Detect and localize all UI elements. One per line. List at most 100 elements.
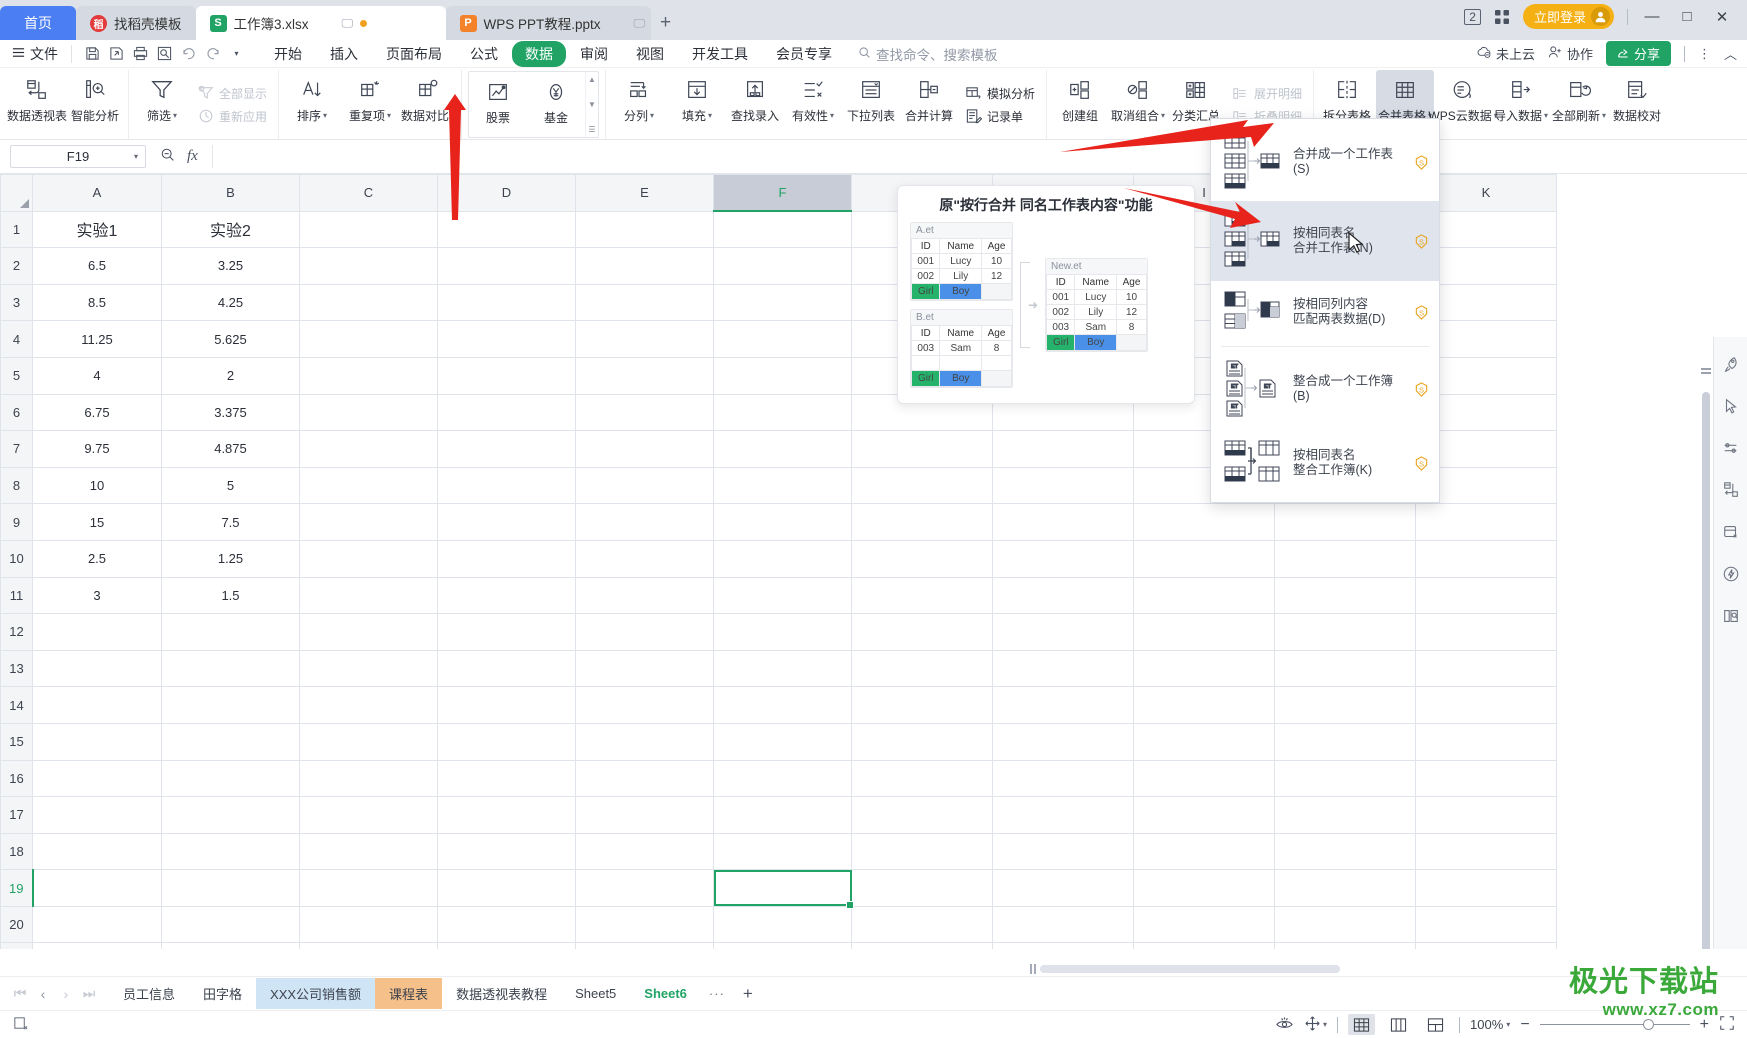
cell-G15[interactable] (851, 722, 993, 761)
cell-E6[interactable] (575, 393, 714, 432)
cell-A7[interactable]: 9.75 (32, 430, 162, 468)
cell-A16[interactable] (32, 759, 162, 798)
cell-J10[interactable] (1274, 539, 1416, 578)
ribbon-data-compare[interactable]: 数据对比 ▾ (399, 70, 457, 139)
cell-D6[interactable] (437, 393, 576, 432)
next-sheet-icon[interactable]: › (56, 986, 76, 1002)
close-button[interactable]: ✕ (1711, 6, 1733, 28)
cursor-select-icon[interactable] (1722, 397, 1740, 418)
cell-J16[interactable] (1274, 759, 1416, 798)
cell-H10[interactable] (992, 539, 1134, 578)
minimize-button[interactable]: — (1641, 6, 1663, 28)
row-header-21[interactable]: 21 (0, 942, 33, 949)
cell-F1[interactable] (713, 210, 852, 249)
cell-H17[interactable] (992, 796, 1134, 834)
cell-E13[interactable] (575, 649, 714, 688)
cell-J15[interactable] (1274, 722, 1416, 761)
cell-C21[interactable] (299, 942, 438, 949)
row-header-6[interactable]: 6 (0, 393, 33, 432)
cell-B20[interactable] (161, 905, 300, 944)
cell-H13[interactable] (992, 649, 1134, 688)
cell-C19[interactable] (299, 869, 438, 907)
cell-H11[interactable] (992, 576, 1134, 615)
cell-B19[interactable] (161, 869, 300, 907)
cell-I16[interactable] (1133, 759, 1275, 798)
book-search-icon[interactable] (1722, 607, 1740, 628)
qat-more-icon[interactable]: ▾ (225, 43, 248, 65)
cell-A18[interactable] (32, 832, 162, 871)
cell-I10[interactable] (1133, 539, 1275, 578)
sheet-tab-tianzige[interactable]: 田字格 (189, 978, 256, 1009)
cell-G18[interactable] (851, 832, 993, 871)
row-header-9[interactable]: 9 (0, 503, 33, 541)
chevron-down-icon[interactable]: ▾ (1506, 1020, 1510, 1029)
cell-J13[interactable] (1274, 649, 1416, 688)
window-count-icon[interactable]: 2 (1464, 8, 1481, 25)
cell-F5[interactable] (713, 356, 852, 395)
spreadsheet-grid[interactable]: A B C D E F G H I J K 1实验1实验226.53.2538.… (0, 174, 1747, 949)
fullscreen-icon[interactable] (1719, 1015, 1735, 1034)
cell-H20[interactable] (992, 905, 1134, 944)
cell-E3[interactable] (575, 283, 714, 322)
cell-A2[interactable]: 6.5 (32, 247, 162, 285)
view-page-layout-button[interactable] (1385, 1014, 1412, 1035)
gallery-more-icon[interactable]: ☰ (588, 125, 595, 134)
cell-A8[interactable]: 10 (32, 466, 162, 505)
col-header-C[interactable]: C (299, 174, 438, 212)
ribbon-filter[interactable]: 筛选 ▾ (133, 70, 191, 139)
maximize-button[interactable]: □ (1676, 6, 1698, 28)
cell-K11[interactable] (1415, 576, 1557, 615)
gallery-up-icon[interactable]: ▲ (588, 75, 596, 84)
cell-A4[interactable]: 11.25 (32, 320, 162, 358)
cell-D4[interactable] (437, 320, 576, 358)
ribbon-expand-detail[interactable]: 展开明细 (1227, 83, 1307, 104)
menu-item-match-two-tables-by-column[interactable]: 按相同列内容 匹配两表数据(D) S (1211, 281, 1439, 343)
cell-A19[interactable] (32, 869, 162, 907)
ribbon-options-icon[interactable]: ⋮ (1698, 46, 1711, 62)
cell-D19[interactable] (437, 869, 576, 907)
cell-F19[interactable] (713, 869, 855, 909)
cell-G10[interactable] (851, 539, 993, 578)
sheet-tab-sheet6[interactable]: Sheet6 (630, 980, 701, 1007)
cell-F4[interactable] (713, 320, 852, 358)
grid-apps-icon[interactable] (1494, 9, 1510, 25)
cloud-status[interactable]: 未上云 (1477, 44, 1535, 63)
cell-F11[interactable] (713, 576, 852, 615)
cell-B3[interactable]: 4.25 (161, 283, 300, 322)
cell-K16[interactable] (1415, 759, 1557, 798)
cell-C12[interactable] (299, 613, 438, 651)
cell-D16[interactable] (437, 759, 576, 798)
row-header-15[interactable]: 15 (0, 722, 33, 761)
cell-F6[interactable] (713, 393, 852, 432)
cell-J14[interactable] (1274, 686, 1416, 724)
cell-A12[interactable] (32, 613, 162, 651)
cell-C18[interactable] (299, 832, 438, 871)
cell-E4[interactable] (575, 320, 714, 358)
cell-B2[interactable]: 3.25 (161, 247, 300, 285)
cell-B14[interactable] (161, 686, 300, 724)
cell-K20[interactable] (1415, 905, 1557, 944)
cell-G16[interactable] (851, 759, 993, 798)
cell-H21[interactable] (992, 942, 1134, 949)
ribbon-ungroup[interactable]: 取消组合 ▾ (1109, 70, 1167, 139)
cell-K9[interactable] (1415, 503, 1557, 541)
row-header-8[interactable]: 8 (0, 466, 33, 505)
cell-F2[interactable] (713, 247, 852, 285)
file-menu-button[interactable]: 文件 (8, 44, 66, 64)
ribbon-stock[interactable]: 股票 (469, 72, 527, 137)
cell-K15[interactable] (1415, 722, 1557, 761)
last-sheet-icon[interactable]: ⏭ (79, 985, 99, 1002)
pivot-panel-icon[interactable] (1722, 481, 1740, 502)
settings-sliders-icon[interactable] (1722, 439, 1740, 460)
cell-C1[interactable] (299, 210, 438, 249)
cell-C15[interactable] (299, 722, 438, 761)
cell-B12[interactable] (161, 613, 300, 651)
cell-A14[interactable] (32, 686, 162, 724)
print-icon[interactable] (129, 43, 152, 65)
cell-I15[interactable] (1133, 722, 1275, 761)
cell-D10[interactable] (437, 539, 576, 578)
cell-D3[interactable] (437, 283, 576, 322)
cell-H18[interactable] (992, 832, 1134, 871)
tab-page-layout[interactable]: 页面布局 (372, 42, 456, 66)
zoom-out-button[interactable]: − (1520, 1016, 1529, 1034)
